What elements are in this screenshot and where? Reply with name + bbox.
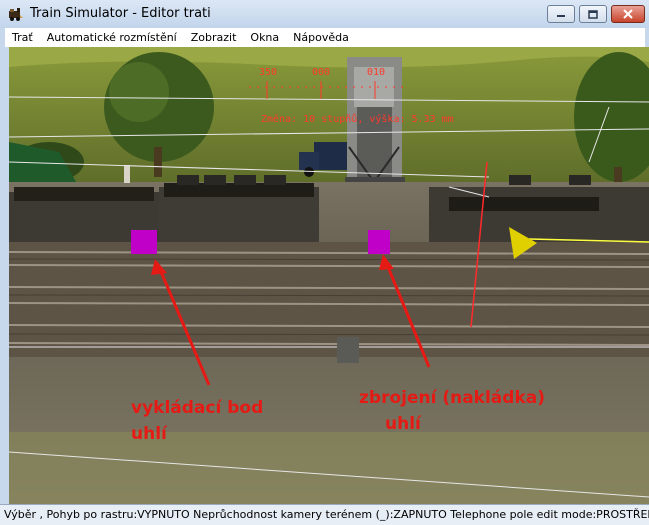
annotation-load-line2: uhlí — [385, 414, 422, 434]
menu-bar: Trať Automatické rozmístění Zobrazit Okn… — [5, 28, 645, 47]
annotation-load-line1: zbrojení (nakládka) — [359, 388, 545, 408]
load-marker[interactable] — [368, 230, 390, 254]
status-text: Výběr , Pohyb po rastru:VYPNUTO Neprůcho… — [4, 508, 649, 521]
3d-scene-viewport[interactable]: 350 000 010 Změna: 10 stupňů, výška: 5.3… — [9, 47, 649, 504]
close-icon — [623, 9, 633, 19]
coal-bin-2 — [159, 183, 319, 242]
hud-readout: Změna: 10 stupňů, výška: 5.33 mm — [261, 113, 454, 125]
title-bar[interactable]: Train Simulator - Editor trati — [0, 0, 649, 28]
minimize-button[interactable] — [547, 5, 575, 23]
compass-label-350: 350 — [259, 67, 277, 78]
menu-napoveda[interactable]: Nápověda — [286, 31, 356, 44]
menu-automaticke-rozmisteni[interactable]: Automatické rozmístění — [40, 31, 184, 44]
compass-label-010: 010 — [367, 67, 385, 78]
app-window: Train Simulator - Editor trati Trať Auto… — [0, 0, 649, 525]
maximize-button[interactable] — [579, 5, 607, 23]
app-train-icon — [9, 8, 23, 21]
foreground-grass — [9, 432, 649, 504]
status-bar: Výběr , Pohyb po rastru:VYPNUTO Neprůcho… — [0, 504, 649, 525]
compass-label-000: 000 — [312, 67, 330, 78]
maximize-icon — [588, 9, 598, 19]
worker-figure — [124, 165, 130, 183]
coal-bin-3 — [429, 187, 649, 242]
minimize-icon — [557, 15, 565, 17]
close-button[interactable] — [611, 5, 645, 23]
menu-zobrazit[interactable]: Zobrazit — [184, 31, 244, 44]
track-object — [337, 337, 359, 363]
annotation-unload-line2: uhlí — [131, 424, 168, 444]
window-title: Train Simulator - Editor trati — [30, 6, 211, 21]
unload-marker[interactable] — [131, 230, 157, 254]
annotation-unload-line1: vykládací bod — [131, 398, 263, 418]
menu-trat[interactable]: Trať — [5, 31, 40, 44]
menu-okna[interactable]: Okna — [243, 31, 286, 44]
scene-render: 350 000 010 Změna: 10 stupňů, výška: 5.3… — [9, 47, 649, 504]
